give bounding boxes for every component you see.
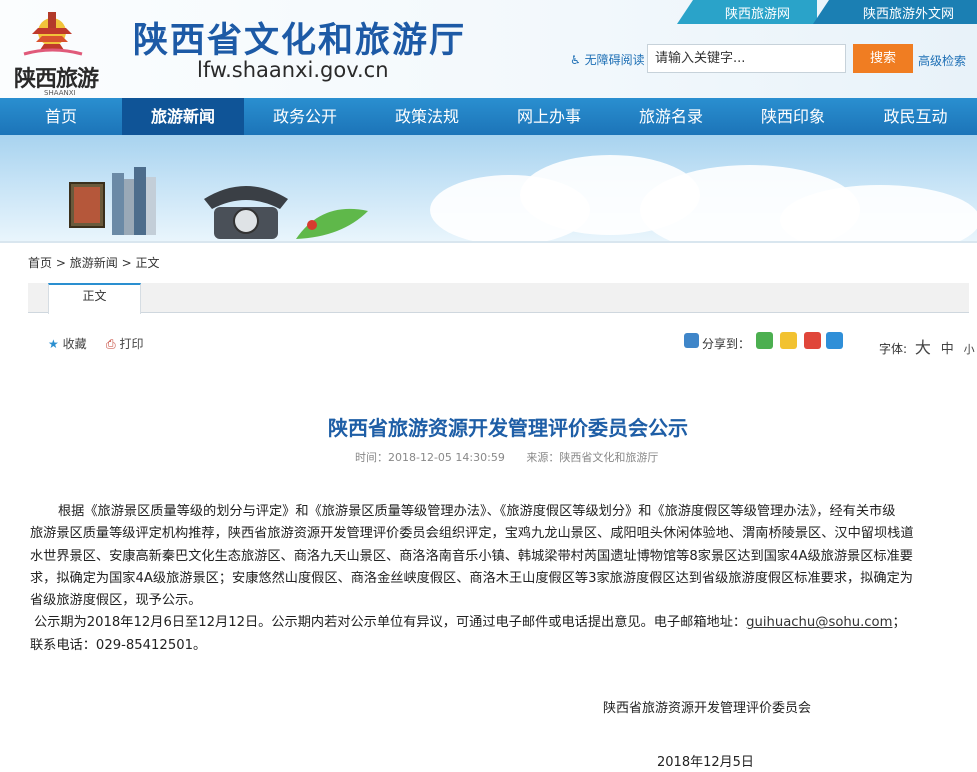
content-tabbar: 正文 [28, 283, 969, 314]
print-label: 打印 [119, 337, 144, 351]
article-title: 陕西省旅游资源开发管理评价委员会公示 [328, 416, 688, 440]
font-size-small[interactable]: 小 [964, 343, 975, 356]
font-size-label: 字体: [879, 342, 908, 356]
body-line: 公示期为2018年12月6日至12月12日。公示期内若对公示单位有异议，可通过电… [30, 612, 970, 634]
weibo-icon[interactable] [804, 332, 821, 349]
leaf-ladybug-icon [296, 208, 368, 239]
font-size-large[interactable]: 大 [915, 338, 931, 357]
breadcrumb: 首页 > 旅游新闻 > 正文 [28, 254, 159, 271]
accessibility-icon: ♿ [570, 53, 581, 67]
body-line: 联系电话：029-85412501。 [30, 637, 207, 653]
wechat-icon[interactable] [756, 332, 773, 349]
banner-image [0, 135, 977, 241]
telephone-icon [204, 186, 288, 239]
notice-period-text: 公示期为2018年12月6日至12月12日。公示期内若对公示单位有异议，可通过电… [34, 615, 747, 631]
share-label: 分享到： [702, 337, 751, 351]
site-logo[interactable]: 陕西旅游 SHAANXI [4, 6, 114, 97]
article-tools: ★ 收藏 ⎙ 打印 分享到： 字体: 大 中 小 [28, 332, 975, 357]
qzone-icon[interactable] [780, 332, 797, 349]
tab-shaanxi-tourism-label[interactable]: 陕西旅游网 [725, 3, 790, 22]
breadcrumb-current: 正文 [135, 256, 160, 270]
star-icon: ★ [48, 337, 59, 351]
divider [0, 241, 977, 243]
article-time: 时间：2018-12-05 14:30:59 [355, 451, 505, 464]
accessibility-link[interactable]: ♿ 无障碍阅读 [570, 51, 645, 68]
site-url: lfw.shaanxi.gov.cn [197, 58, 389, 82]
punctuation: ； [892, 615, 906, 631]
printer-icon: ⎙ [106, 337, 116, 351]
nav-item-government-affairs[interactable]: 政务公开 [244, 98, 366, 135]
nav-item-interaction[interactable]: 政民互动 [854, 98, 977, 135]
site-header: 陕西旅游网 陕西旅游外文网 陕西旅游 SHAANXI 陕西省文化和旅游厅 lfw… [0, 0, 977, 98]
nav-item-online-services[interactable]: 网上办事 [488, 98, 610, 135]
font-size-medium[interactable]: 中 [941, 342, 954, 357]
body-line: 省级旅游度假区，现予公示。 [30, 593, 202, 609]
logo-subtext: SHAANXI [44, 89, 76, 97]
main-nav: 首页 旅游新闻 政务公开 政策法规 网上办事 旅游名录 陕西印象 政民互动 [0, 98, 977, 135]
font-size-control: 字体: 大 中 小 [879, 334, 975, 358]
nav-item-shaanxi-impression[interactable]: 陕西印象 [732, 98, 854, 135]
body-line: 求，拟确定为国家4A级旅游景区；安康悠然山度假区、商洛金丝峡度假区、商洛木王山度… [30, 570, 913, 586]
article-body: 根据《旅游景区质量等级的划分与评定》和《旅游景区质量等级管理办法》、《旅游度假区… [30, 501, 970, 657]
accessibility-label: 无障碍阅读 [584, 53, 645, 67]
top-tabs: 陕西旅游网 陕西旅游外文网 [677, 0, 977, 24]
article-meta: 时间：2018-12-05 14:30:59 来源：陕西省文化和旅游厅 [355, 449, 658, 465]
article-signature: 陕西省旅游资源开发管理评价委员会 [603, 701, 812, 716]
breadcrumb-separator: > [55, 256, 66, 270]
print-button[interactable]: ⎙ 打印 [106, 335, 143, 352]
search-input[interactable]: 请输入关键字... [647, 44, 846, 73]
nav-item-tourism-news[interactable]: 旅游新闻 [122, 98, 244, 135]
tab-article[interactable]: 正文 [48, 283, 141, 314]
body-line: 旅游景区质量等级评定机构推荐，陕西省旅游资源开发管理评价委员会组织评定，宝鸡九龙… [30, 526, 914, 542]
search-button[interactable]: 搜索 [853, 44, 913, 73]
tab-shaanxi-tourism-foreign-label[interactable]: 陕西旅游外文网 [863, 3, 954, 22]
advanced-search-link[interactable]: 高级检索 [918, 52, 966, 69]
email-link[interactable]: guihuachu@sohu.com [746, 615, 892, 630]
site-title: 陕西省文化和旅游厅 [133, 20, 467, 61]
favorite-label: 收藏 [62, 337, 87, 351]
body-line: 水世界景区、安康高新秦巴文化生态旅游区、商洛九天山景区、商洛洛南音乐小镇、韩城梁… [30, 548, 913, 564]
nav-item-policies[interactable]: 政策法规 [366, 98, 488, 135]
books-photo-frame-icon [69, 167, 156, 235]
article-date: 2018年12月5日 [657, 755, 754, 770]
breadcrumb-home[interactable]: 首页 [28, 256, 52, 270]
nav-item-tourism-directory[interactable]: 旅游名录 [610, 98, 732, 135]
article-source: 来源：陕西省文化和旅游厅 [526, 451, 659, 464]
breadcrumb-section[interactable]: 旅游新闻 [70, 256, 118, 270]
breadcrumb-separator: > [121, 256, 132, 270]
body-line: 根据《旅游景区质量等级的划分与评定》和《旅游景区质量等级管理办法》、《旅游度假区… [58, 504, 896, 519]
nav-item-home[interactable]: 首页 [0, 98, 122, 135]
favorite-button[interactable]: ★ 收藏 [48, 335, 87, 352]
share-plus-icon[interactable] [684, 333, 699, 348]
qq-icon[interactable] [826, 332, 843, 349]
